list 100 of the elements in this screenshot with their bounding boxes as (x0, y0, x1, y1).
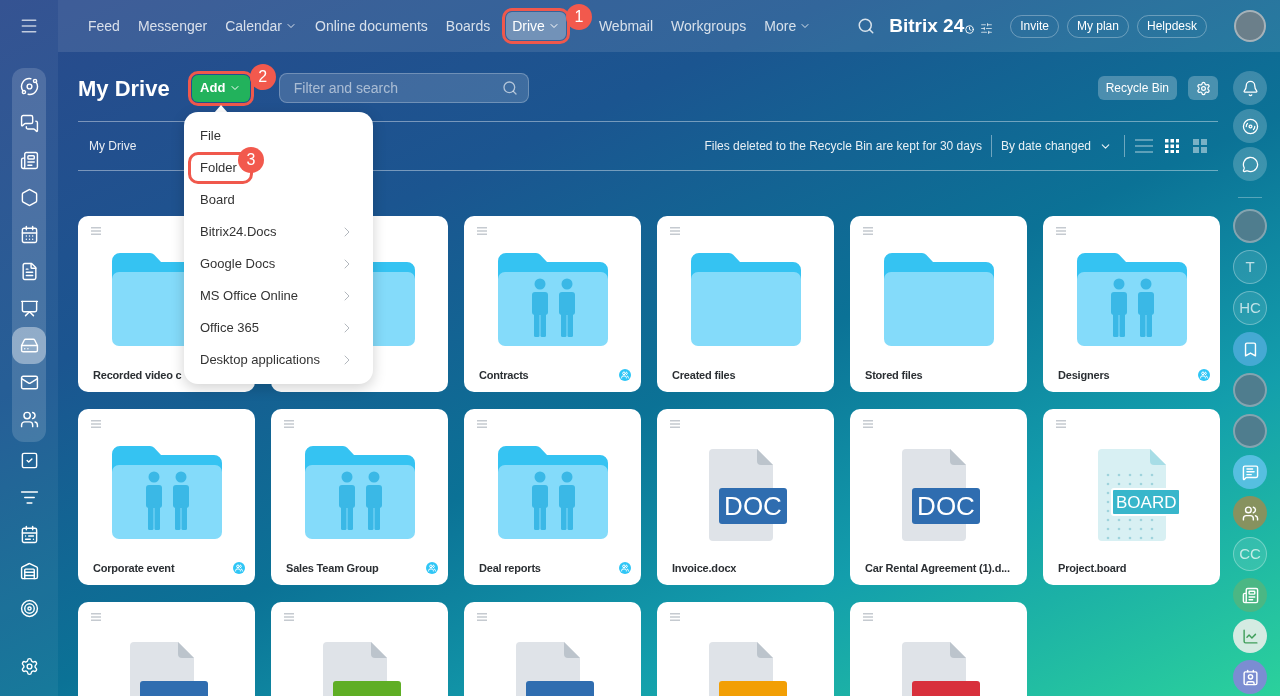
file-type-label: DOC (719, 488, 787, 524)
folder-card[interactable]: Designers (1043, 216, 1220, 392)
disc-button[interactable] (1233, 109, 1267, 143)
drag-handle-icon[interactable] (91, 420, 101, 428)
contact-card-icon (1241, 668, 1259, 686)
list-view-icon (1135, 139, 1153, 153)
sliders-icon[interactable] (980, 21, 994, 35)
drag-handle-icon[interactable] (1056, 227, 1066, 235)
folder-card[interactable]: Sales Team Group (271, 409, 448, 585)
folder-card[interactable]: Stored files (850, 216, 1027, 392)
bell-icon (1241, 79, 1259, 97)
chat-avatar[interactable] (1233, 496, 1267, 530)
nav-tab[interactable]: Boards (439, 12, 497, 40)
file-name: Created files (672, 368, 736, 382)
view-toggle[interactable] (1162, 136, 1182, 156)
chat-bubble-icon (1241, 155, 1259, 173)
people-icon (19, 410, 39, 429)
drag-handle-icon[interactable] (1056, 420, 1066, 428)
drag-handle-icon[interactable] (863, 227, 873, 235)
breadcrumb-link[interactable]: My Drive (78, 137, 137, 155)
chat-avatar[interactable] (1233, 455, 1267, 489)
file-name: Invoice.docx (672, 561, 737, 575)
sidebar-button[interactable] (12, 327, 46, 364)
nav-tab[interactable]: Webmail (592, 12, 660, 40)
calendar-icon (19, 225, 39, 244)
clock-icon (965, 25, 975, 34)
nav-tab[interactable]: Messenger (131, 12, 214, 40)
info-text: Files deleted to the Recycle Bin are kept for 30 days (704, 138, 982, 155)
people-folder-icon (497, 446, 608, 539)
menu-item[interactable]: Board (184, 184, 373, 216)
folder-card[interactable]: Deal reports (464, 409, 641, 585)
checkbox-icon (19, 451, 39, 470)
drag-handle-icon[interactable] (284, 613, 294, 621)
folder-card[interactable]: Corporate event (78, 409, 255, 585)
file-name: Car Rental Agreement (1).d... (865, 561, 1010, 575)
file-name: Stored files (865, 368, 923, 382)
drag-handle-icon[interactable] (863, 613, 873, 621)
step-number-marker: 1 (565, 4, 592, 30)
avatar-photo[interactable] (1233, 209, 1267, 243)
drag-handle-icon[interactable] (91, 227, 101, 235)
drag-handle-icon[interactable] (477, 227, 487, 235)
chat-button[interactable] (1233, 147, 1267, 181)
drag-handle-icon[interactable] (670, 227, 680, 235)
menu-icon[interactable] (19, 16, 39, 36)
file-card[interactable]: DOC Invoice.docx (657, 409, 834, 585)
view-toggle[interactable] (1190, 136, 1210, 156)
folder-card[interactable]: Created files (657, 216, 834, 392)
file-name: Deal reports (479, 561, 541, 575)
warehouse-icon (19, 562, 39, 581)
logo-text: Bitrix 24 (889, 13, 965, 38)
people-folder-icon (497, 253, 608, 346)
folder-icon (883, 253, 994, 346)
avatar-photo[interactable] (1233, 373, 1267, 407)
chat-avatar[interactable] (1233, 578, 1267, 612)
target-icon (19, 599, 39, 618)
file-name: Recorded video c (93, 368, 182, 382)
file-name: Corporate event (93, 561, 175, 575)
drag-handle-icon[interactable] (477, 420, 487, 428)
notifications-button[interactable] (1233, 71, 1267, 105)
folder-card[interactable]: Contracts (464, 216, 641, 392)
drag-handle-icon[interactable] (670, 613, 680, 621)
page-title: My Drive (78, 74, 170, 103)
recycle-bin-button[interactable]: Recycle Bin (1097, 76, 1177, 100)
search-icon[interactable] (857, 17, 876, 35)
orbit-icon (19, 77, 39, 96)
settings-icon (19, 657, 39, 676)
small-grid-icon (1164, 138, 1180, 154)
drag-handle-icon[interactable] (477, 613, 487, 621)
nav-tab[interactable]: Feed (82, 12, 126, 40)
chat-message-icon (1241, 463, 1259, 481)
nav-tab[interactable]: Online documents (309, 12, 434, 40)
avatar-photo[interactable] (1233, 414, 1267, 448)
nav-tab[interactable]: More (758, 12, 818, 40)
file-card[interactable]: BOARD Project.board (1043, 409, 1220, 585)
newspaper-icon (1241, 586, 1259, 604)
chat-avatar[interactable] (1233, 660, 1267, 694)
calendar-list-icon (19, 525, 39, 544)
file-type-label: BOARD (1111, 488, 1182, 516)
avatar-photo[interactable] (1234, 10, 1266, 42)
funnel-lines-icon (19, 488, 39, 507)
drag-handle-icon[interactable] (670, 420, 680, 428)
settings-button[interactable] (1188, 76, 1218, 100)
drag-handle-icon[interactable] (284, 420, 294, 428)
drag-handle-icon[interactable] (863, 420, 873, 428)
view-toggle[interactable] (1134, 136, 1154, 156)
settings-icon (1195, 80, 1211, 96)
people-folder-icon (304, 446, 415, 539)
sort-dropdown[interactable]: By date changed (1000, 137, 1112, 155)
drag-handle-icon[interactable] (91, 613, 101, 621)
drive-icon (19, 336, 39, 355)
nav-tab[interactable]: Calendar (219, 12, 303, 40)
chat-avatar[interactable] (1233, 332, 1267, 366)
people-folder-icon (111, 446, 222, 539)
folder-icon (690, 253, 801, 346)
newspaper-icon (19, 151, 39, 170)
file-name: Designers (1058, 368, 1110, 382)
file-card[interactable]: DOC Car Rental Agreement (1).d... (850, 409, 1027, 585)
nav-tab[interactable]: Workgroups (665, 12, 753, 40)
step-number-marker: 3 (238, 147, 264, 173)
chat-avatar[interactable] (1233, 619, 1267, 653)
